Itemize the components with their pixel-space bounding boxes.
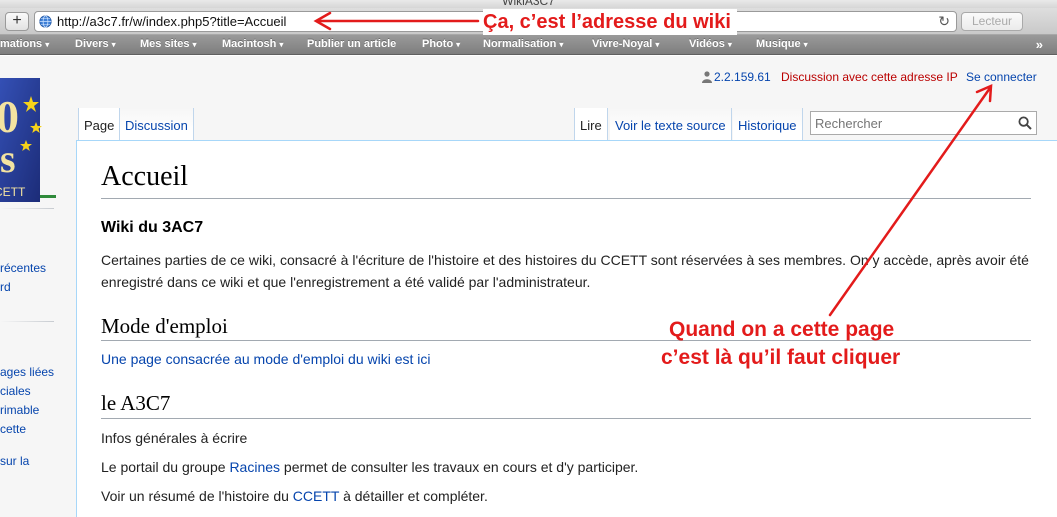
- chevron-down-icon: ▾: [111, 40, 116, 49]
- login-link[interactable]: Se connecter: [966, 70, 1037, 84]
- bookmark-label: mations: [0, 38, 43, 50]
- tab-label: Page: [84, 118, 115, 133]
- chevron-down-icon: ▾: [727, 40, 732, 49]
- reload-icon[interactable]: ↻: [938, 13, 950, 30]
- new-tab-button[interactable]: +: [5, 12, 29, 31]
- globe-icon: [39, 15, 52, 28]
- login-annotation-line-2: c’est là qu’il faut cliquer: [661, 346, 901, 369]
- tab-label: Historique: [738, 118, 797, 133]
- window-title: WikiA3C7: [502, 0, 555, 8]
- chevron-down-icon: ▾: [655, 40, 660, 49]
- url-annotation: Ça, c’est l’adresse du wiki: [483, 9, 737, 35]
- tab-page[interactable]: Page: [78, 108, 121, 141]
- content-area: Accueil Wiki du 3AC7 Certaines parties d…: [76, 140, 1057, 517]
- bookmark-folder[interactable]: Photo ▾: [422, 38, 460, 50]
- tab-discussion[interactable]: Discussion: [120, 108, 194, 141]
- section-heading-mode-emploi: Mode d'emploi: [101, 314, 228, 338]
- logo-caption: CETT: [0, 185, 26, 199]
- chevron-down-icon: ▾: [279, 40, 284, 49]
- resume-text: Voir un résumé de l'histoire du: [101, 488, 293, 504]
- bookmarks-bar: mations ▾ Divers ▾ Mes sites ▾ Macintosh ▾ P…: [0, 35, 1057, 55]
- bookmark-folder[interactable]: Musique ▾: [756, 38, 808, 50]
- ip-discussion-link[interactable]: Discussion avec cette adresse IP: [781, 70, 958, 84]
- bookmark-label: Photo: [422, 38, 454, 50]
- tab-read[interactable]: Lire: [574, 108, 608, 141]
- bookmark-folder[interactable]: Macintosh ▾: [222, 38, 283, 50]
- intro-line-2: enregistré dans ce wiki et que l'enregis…: [101, 274, 591, 290]
- chevron-down-icon: ▾: [45, 40, 50, 49]
- resume-paragraph: Voir un résumé de l'histoire du CCETT à …: [101, 485, 1036, 507]
- login-annotation-line-1: Quand on a cette page: [669, 318, 895, 341]
- portail-text: Le portail du groupe: [101, 459, 230, 475]
- wiki-logo[interactable]: 0 s CETT: [0, 74, 56, 204]
- wiki-page: 0 s CETT récentes rd ages liées ciales r…: [0, 56, 1057, 517]
- logo-digit: 0: [0, 91, 19, 142]
- bookmark-folder[interactable]: Divers ▾: [75, 38, 116, 50]
- bookmark-folder[interactable]: Normalisation ▾: [483, 38, 563, 50]
- infos-text: Infos générales à écrire: [101, 430, 248, 446]
- chevron-down-icon: ▾: [559, 40, 564, 49]
- bookmark-link[interactable]: Publier un article: [307, 38, 399, 50]
- section-heading-a3c7: le A3C7: [101, 391, 171, 415]
- search-icon[interactable]: [1018, 116, 1032, 130]
- portail-text: permet de consulter les travaux en cours…: [280, 459, 639, 475]
- reader-button[interactable]: Lecteur: [961, 12, 1023, 31]
- tab-label: Lire: [580, 118, 602, 133]
- sidebar-item-permanent-link[interactable]: cette: [0, 422, 26, 436]
- ip-address-link[interactable]: 2.2.159.61: [714, 70, 771, 84]
- user-icon: [702, 71, 712, 83]
- bookmark-label: Normalisation: [483, 38, 557, 50]
- sidebar-divider: [0, 208, 54, 209]
- url-text[interactable]: http://a3c7.fr/w/index.php5?title=Accuei…: [57, 14, 286, 29]
- sidebar-item-random[interactable]: rd: [0, 280, 11, 294]
- chevron-down-icon: ▾: [456, 40, 461, 49]
- chevron-down-icon: ▾: [803, 40, 808, 49]
- sidebar-item-special-pages[interactable]: ciales: [0, 384, 31, 398]
- bookmark-label: Divers: [75, 38, 109, 50]
- sidebar-divider: [0, 321, 54, 322]
- search-box: [810, 111, 1037, 135]
- logo-image: 0 s CETT: [0, 74, 56, 204]
- logo-letter: s: [0, 136, 16, 181]
- tab-label: Voir le texte source: [615, 118, 726, 133]
- bookmark-label: Vidéos: [689, 38, 725, 50]
- bookmark-folder[interactable]: Vivre-Noyal ▾: [592, 38, 659, 50]
- bookmark-folder[interactable]: mations ▾: [0, 38, 49, 50]
- title-divider: [101, 198, 1031, 199]
- sidebar-item-page-info[interactable]: sur la: [0, 454, 29, 468]
- bookmarks-overflow-icon[interactable]: »: [1036, 37, 1043, 52]
- tab-history[interactable]: Historique: [733, 108, 803, 141]
- portail-paragraph: Le portail du groupe Racines permet de c…: [101, 456, 1036, 478]
- bookmark-folder[interactable]: Mes sites ▾: [140, 38, 197, 50]
- bookmark-label: Macintosh: [222, 38, 277, 50]
- resume-text: à détailler et compléter.: [339, 488, 488, 504]
- bookmark-label: Musique: [756, 38, 801, 50]
- bookmark-folder[interactable]: Vidéos ▾: [689, 38, 732, 50]
- subtitle: Wiki du 3AC7: [101, 219, 204, 236]
- bookmark-label: Mes sites: [140, 38, 190, 50]
- ccett-link[interactable]: CCETT: [293, 488, 339, 504]
- section-divider: [101, 418, 1031, 419]
- chevron-down-icon: ▾: [192, 40, 197, 49]
- tab-label: Discussion: [125, 118, 188, 133]
- sidebar-item-related-pages[interactable]: ages liées: [0, 365, 54, 379]
- search-input[interactable]: [815, 114, 1005, 132]
- sidebar-item-printable[interactable]: rimable: [0, 403, 39, 417]
- tab-view-source[interactable]: Voir le texte source: [610, 108, 732, 141]
- bookmark-label: Vivre-Noyal: [592, 38, 653, 50]
- page-title: Accueil: [101, 161, 189, 192]
- bookmark-label: Publier un article: [307, 38, 397, 50]
- window-titlebar: WikiA3C7: [0, 0, 1057, 8]
- racines-link[interactable]: Racines: [229, 459, 280, 475]
- sidebar-item-recent-changes[interactable]: récentes: [0, 261, 46, 275]
- intro-line-1: Certaines parties de ce wiki, consacré à…: [101, 252, 1029, 268]
